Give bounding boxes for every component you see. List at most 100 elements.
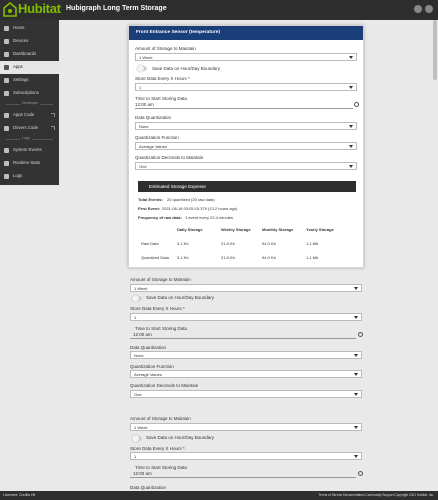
hubitat-logo-icon — [3, 2, 17, 17]
sidebar-item-label: Home — [13, 25, 25, 30]
store-value: 1 — [139, 85, 142, 90]
hubitat-logo[interactable]: Hubitat — [3, 1, 61, 19]
sidebar-item-dashboards[interactable]: Dashboards — [0, 48, 59, 61]
decimals-select[interactable]: One — [135, 162, 357, 170]
chevron-down-icon — [349, 165, 353, 168]
devices-icon — [4, 39, 9, 44]
save-boundary-toggle[interactable] — [132, 295, 142, 302]
decimals-value: One — [139, 164, 147, 169]
sidebar-item-home[interactable]: Home — [0, 22, 59, 35]
estimate-title: Estimated Storage Expense — [149, 184, 206, 189]
sidebar-item-settings[interactable]: Settings — [0, 74, 59, 87]
table-row-label: Raw Data — [141, 241, 159, 246]
table-cell: 94.0 Kb — [262, 241, 276, 246]
table-header: Daily Storage — [177, 227, 203, 232]
frequency-value: 1 event every 22.4 minutes — [185, 215, 234, 220]
chevron-down-icon — [354, 455, 358, 458]
events-icon — [4, 148, 9, 153]
function-select[interactable]: Average Values — [135, 142, 357, 150]
quantization-label: Data Quantization — [130, 485, 167, 490]
sidebar-item-label: Subscriptions — [13, 90, 39, 95]
quantization-select[interactable]: None — [135, 122, 357, 130]
store-select[interactable]: 1 — [135, 83, 357, 91]
time-input[interactable]: 12:00 am — [135, 102, 154, 107]
chevron-down-icon — [349, 86, 353, 89]
estimate-header: Estimated Storage Expense — [138, 181, 356, 192]
chevron-down-icon — [354, 426, 358, 429]
sidebar-item-subscriptions[interactable]: Subscriptions — [0, 87, 59, 100]
clock-icon[interactable] — [354, 102, 359, 107]
clock-icon[interactable] — [358, 332, 363, 337]
store-label: Store Data Every X Hours * — [130, 306, 185, 311]
amount-value: 1 Week — [139, 55, 153, 60]
time-underline — [130, 338, 356, 339]
help-icon[interactable] — [414, 5, 422, 13]
page-scrollbar[interactable] — [433, 20, 437, 490]
function-value: Average Values — [139, 144, 167, 149]
sidebar-separator-developer: Developer — [6, 101, 53, 107]
sidebar-item-drivers-code[interactable]: Drivers Code — [0, 122, 59, 135]
table-cell: 21.8 Kb — [221, 241, 235, 246]
function-select[interactable]: Average Values — [130, 370, 362, 378]
time-input[interactable]: 12:00 am — [133, 471, 152, 476]
decimals-label: Quantization Decimals to Maintain — [135, 155, 204, 160]
amount-label: Amount of Storage to Maintain — [135, 46, 196, 51]
sidebar-item-label: Runtime Stats — [13, 160, 40, 165]
quantization-value: None — [134, 353, 144, 358]
amount-value: 1 Week — [134, 286, 148, 291]
clock-icon[interactable] — [358, 471, 363, 476]
sidebar-item-system-events[interactable]: System Events — [0, 144, 59, 157]
sidebar-item-devices[interactable]: Devices — [0, 35, 59, 48]
apps-icon — [4, 65, 9, 70]
store-select[interactable]: 1 — [130, 452, 362, 460]
external-link-icon — [51, 126, 55, 130]
chevron-down-icon — [349, 125, 353, 128]
code-icon — [4, 126, 9, 131]
quantization-select[interactable]: None — [130, 351, 362, 359]
sidebar-item-apps-code[interactable]: Apps Code — [0, 109, 59, 122]
frequency-label: Frequency of raw data: — [138, 215, 182, 220]
time-input[interactable]: 12:00 am — [133, 332, 152, 337]
page-title: Hubigraph Long Term Storage — [66, 5, 167, 12]
chevron-down-icon — [349, 145, 353, 148]
sidebar-item-apps[interactable]: Apps — [0, 61, 59, 74]
save-boundary-toggle[interactable] — [137, 65, 147, 72]
amount-label: Amount of Storage to Maintain — [130, 416, 191, 421]
stats-icon — [4, 161, 9, 166]
table-header: Monthly Storage — [262, 227, 294, 232]
top-icons — [414, 5, 434, 15]
save-boundary-toggle[interactable] — [132, 435, 142, 442]
sidebar-item-label: Settings — [13, 77, 29, 82]
save-boundary-label: Save Data on Hour/Day Boundary — [146, 435, 215, 440]
table-header: Weekly Storage — [221, 227, 251, 232]
scrollbar-thumb[interactable] — [433, 20, 437, 80]
save-boundary-label: Save Data on Hour/Day Boundary — [146, 295, 215, 300]
function-value: Average Values — [134, 372, 162, 377]
home-icon — [4, 26, 9, 31]
quantization-label: Data Quantization — [130, 345, 167, 350]
quantization-value: None — [139, 124, 149, 129]
dashboard-icon — [4, 52, 9, 57]
store-select[interactable]: 1 — [130, 313, 362, 321]
total-events-label: Total Events: — [138, 197, 163, 202]
table-cell: 1.1 Mb — [306, 255, 319, 260]
sidebar-item-label: Drivers Code — [13, 125, 39, 130]
amount-select[interactable]: 1 Week — [135, 53, 357, 61]
decimals-select[interactable]: One — [130, 390, 362, 398]
account-icon[interactable] — [425, 5, 433, 13]
storage-settings-card: Front Entrance Sensor (temperature) Amou… — [128, 25, 364, 268]
amount-select[interactable]: 1 Week — [130, 423, 362, 431]
table-cell: 3.1 Kb — [177, 241, 189, 246]
footer: Licensed: Credits Hit Terms of Service D… — [0, 491, 438, 500]
time-underline — [130, 477, 356, 478]
time-label: Time to Start Storing Data — [135, 96, 187, 101]
footer-links[interactable]: Terms of Service Documentation Community… — [318, 493, 434, 497]
chevron-down-icon — [349, 56, 353, 59]
code-icon — [4, 113, 9, 118]
gear-icon — [4, 78, 9, 83]
sidebar-item-logs[interactable]: Logs — [0, 170, 59, 183]
decimals-label: Quantization Decimals to Maintain — [130, 383, 199, 388]
chevron-down-icon — [354, 354, 358, 357]
amount-select[interactable]: 1 Week — [130, 284, 362, 292]
sidebar-item-runtime-stats[interactable]: Runtime Stats — [0, 157, 59, 170]
